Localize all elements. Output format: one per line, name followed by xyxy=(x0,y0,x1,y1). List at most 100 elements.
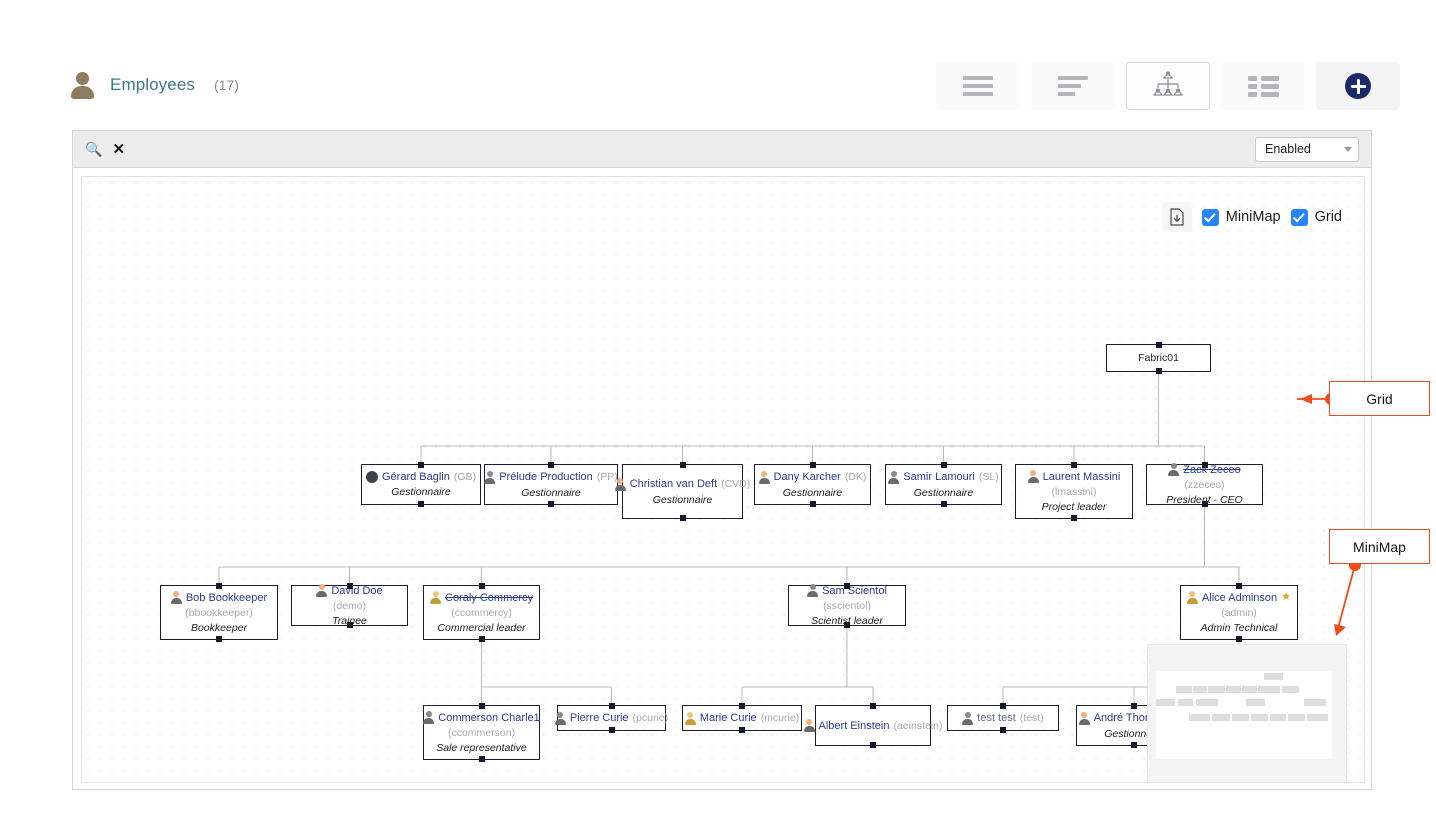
node-handle-top[interactable] xyxy=(1236,583,1242,589)
node-person-name: Albert Einstein xyxy=(819,720,890,732)
detail-view-button[interactable] xyxy=(1031,62,1115,110)
org-node[interactable]: Laurent Massini(lmassini)Project leader xyxy=(1015,464,1133,519)
minimap-node-block xyxy=(1270,714,1286,721)
org-node[interactable]: David Doe(demo)Trainee xyxy=(291,585,408,626)
add-button[interactable] xyxy=(1316,62,1400,110)
callout-grid-label: Grid xyxy=(1366,391,1392,407)
grid-label: Grid xyxy=(1315,209,1342,225)
node-handle-bottom[interactable] xyxy=(347,622,353,628)
node-handle-top[interactable] xyxy=(1202,462,1208,468)
node-person-name: Laurent Massini xyxy=(1043,471,1121,483)
minimap-node-block xyxy=(1282,686,1299,693)
node-handle-top[interactable] xyxy=(1071,462,1077,468)
avatar-icon xyxy=(555,712,566,725)
org-node[interactable]: Gérard Baglin(GB)Gestionnaire xyxy=(361,464,481,505)
org-node[interactable]: Commerson Charle1(ccommerson)Sale repres… xyxy=(423,705,540,760)
node-handle-top[interactable] xyxy=(216,583,222,589)
minimap-panel[interactable] xyxy=(1147,644,1347,783)
node-handle-bottom[interactable] xyxy=(1131,742,1137,748)
view-toolbar xyxy=(936,62,1400,110)
org-node[interactable]: Fabric01 xyxy=(1106,344,1211,372)
node-handle-bottom[interactable] xyxy=(739,727,745,733)
node-handle-bottom[interactable] xyxy=(479,636,485,642)
node-person-name: Samir Lamouri xyxy=(903,471,975,483)
node-handle-bottom[interactable] xyxy=(1202,501,1208,507)
node-handle-bottom[interactable] xyxy=(870,742,876,748)
node-handle-bottom[interactable] xyxy=(609,727,615,733)
node-handle-bottom[interactable] xyxy=(548,501,554,507)
minimap-node-block xyxy=(1288,714,1305,721)
node-handle-top[interactable] xyxy=(479,703,485,709)
node-person-name: Bob Bookkeeper xyxy=(186,592,267,604)
avatar-icon xyxy=(1028,470,1039,483)
node-handle-top[interactable] xyxy=(609,703,615,709)
minimap-node-block xyxy=(1208,686,1225,693)
node-handle-top[interactable] xyxy=(739,703,745,709)
canvas-controls: MiniMap Grid xyxy=(1162,202,1342,232)
avatar-icon xyxy=(423,711,434,724)
node-handle-top[interactable] xyxy=(418,462,424,468)
org-node[interactable]: Pierre Curie(pcurie) xyxy=(557,705,666,731)
node-handle-bottom[interactable] xyxy=(680,515,686,521)
page-header: Employees (17) xyxy=(0,0,1436,120)
org-node[interactable]: Coraly Commercy(ccommercy)Commercial lea… xyxy=(423,585,540,640)
grid-toggle[interactable]: Grid xyxy=(1291,209,1342,226)
orgchart-view-button[interactable] xyxy=(1126,62,1210,110)
grid-view-button[interactable] xyxy=(1221,62,1305,110)
node-handle-top[interactable] xyxy=(548,462,554,468)
callout-minimap: MiniMap xyxy=(1329,529,1430,564)
node-handle-bottom[interactable] xyxy=(216,636,222,642)
node-handle-top[interactable] xyxy=(1131,703,1137,709)
node-person-name: David Doe xyxy=(331,585,382,597)
minimap-toggle[interactable]: MiniMap xyxy=(1202,209,1281,226)
node-handle-bottom[interactable] xyxy=(810,501,816,507)
org-node[interactable]: Alice Adminson★(admin)Admin Technical xyxy=(1180,585,1298,640)
org-node[interactable]: Zack Zeceo(zzeceo)President - CEO xyxy=(1146,464,1263,505)
org-node[interactable]: Marie Curie(mcurie) xyxy=(682,705,802,731)
org-node[interactable]: Samir Lamouri(SL)Gestionnaire xyxy=(885,464,1002,505)
org-node[interactable]: Christian van Deft(CVD)Gestionnaire xyxy=(622,464,743,519)
node-handle-top[interactable] xyxy=(1156,342,1162,348)
org-node[interactable]: Prélude Production(PP)Gestionnaire xyxy=(484,464,618,505)
org-node[interactable]: test test(test) xyxy=(947,705,1059,731)
node-handle-bottom[interactable] xyxy=(418,501,424,507)
node-handle-top[interactable] xyxy=(680,462,686,468)
close-icon[interactable]: ✕ xyxy=(112,140,125,158)
org-node[interactable]: Albert Einstein(aeinstein) xyxy=(815,705,931,746)
node-handle-bottom[interactable] xyxy=(941,501,947,507)
page-title: Employees xyxy=(110,75,195,95)
minimap-content xyxy=(1156,671,1332,759)
download-file-icon[interactable] xyxy=(1162,202,1192,232)
node-handle-bottom[interactable] xyxy=(1000,727,1006,733)
node-handle-top[interactable] xyxy=(347,583,353,589)
list-view-button[interactable] xyxy=(936,62,1020,110)
org-node[interactable]: Dany Karcher(DK)Gestionnaire xyxy=(754,464,871,505)
node-job-title: Commercial leader xyxy=(437,622,525,634)
minimap-checkbox[interactable] xyxy=(1202,209,1219,226)
node-handle-top[interactable] xyxy=(479,583,485,589)
minimap-node-block xyxy=(1176,686,1192,693)
node-handle-top[interactable] xyxy=(844,583,850,589)
node-handle-bottom[interactable] xyxy=(479,756,485,762)
node-person-login: (lmassini) xyxy=(1052,486,1097,498)
org-node[interactable]: Bob Bookkeeper(bbookkeeper)Bookkeeper xyxy=(160,585,278,640)
search-icon[interactable]: 🔍 xyxy=(85,141,102,158)
node-handle-top[interactable] xyxy=(1000,703,1006,709)
node-handle-top[interactable] xyxy=(810,462,816,468)
node-job-title: Gestionnaire xyxy=(521,487,581,499)
node-handle-bottom[interactable] xyxy=(1156,368,1162,374)
node-handle-bottom[interactable] xyxy=(844,622,850,628)
avatar-icon xyxy=(888,471,899,484)
status-filter-select[interactable]: Enabled xyxy=(1255,137,1359,162)
node-handle-top[interactable] xyxy=(870,703,876,709)
node-person-login: (test) xyxy=(1020,712,1044,724)
orgchart-canvas[interactable]: MiniMap Grid Fabric01 Gérard Baglin(GB)Ge… xyxy=(81,176,1365,783)
grid-checkbox[interactable] xyxy=(1291,209,1308,226)
node-name-row: Bob Bookkeeper xyxy=(171,591,267,604)
node-handle-top[interactable] xyxy=(941,462,947,468)
node-handle-bottom[interactable] xyxy=(1071,515,1077,521)
record-count: (17) xyxy=(214,77,239,93)
org-node[interactable]: Sam Scientol(sscientol)Scientist leader xyxy=(788,585,906,626)
node-handle-bottom[interactable] xyxy=(1236,636,1242,642)
node-person-login: (DK) xyxy=(845,471,867,483)
